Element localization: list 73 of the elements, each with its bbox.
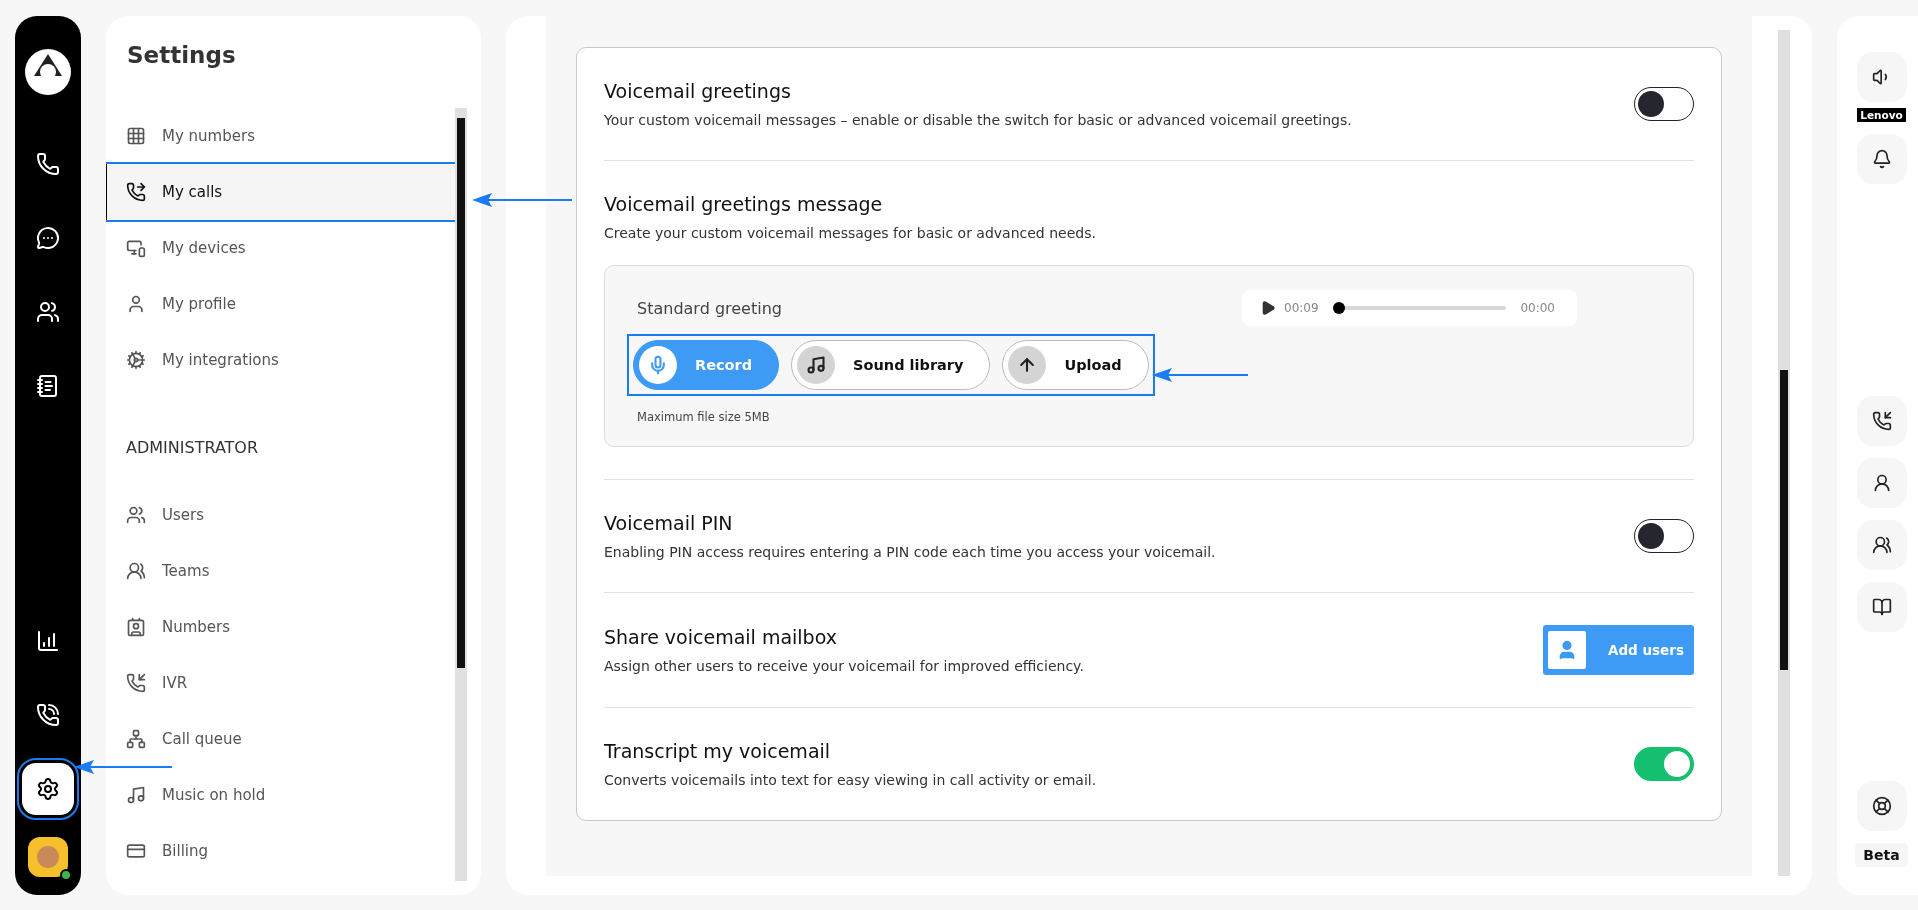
play-icon[interactable] [1260, 300, 1276, 316]
sidebar-item[interactable]: My numbers [106, 108, 455, 164]
section-title: Voicemail greetings message [604, 193, 884, 215]
users-icon [1871, 535, 1892, 555]
calls-icon [126, 182, 146, 202]
section-title: Voicemail greetings [604, 80, 792, 102]
toggle-switch[interactable] [1634, 519, 1694, 553]
sidebar-item[interactable]: Music on hold [106, 767, 455, 823]
user-button[interactable] [1856, 458, 1907, 508]
notes-icon [36, 374, 60, 398]
teams-icon [126, 561, 146, 581]
section-description: Enabling PIN access requires entering a PIN code each time you access your voicemail. [604, 544, 1217, 560]
queue-icon [126, 729, 146, 749]
audio-track[interactable] [1332, 302, 1507, 314]
library-button[interactable]: Sound library [791, 340, 991, 390]
music-icon [126, 785, 146, 805]
sidebar-item[interactable]: My devices [106, 220, 455, 276]
logo-icon [22, 46, 74, 98]
help-icon [1871, 796, 1892, 816]
sidebar-item[interactable]: My integrations [106, 332, 455, 388]
book-button[interactable] [1856, 582, 1907, 632]
user-avatar[interactable] [28, 837, 68, 877]
settings-icon [36, 777, 60, 801]
total-time: 00:00 [1520, 301, 1555, 315]
elapsed-time: 00:09 [1284, 301, 1319, 315]
toggle-switch[interactable] [1634, 87, 1694, 121]
chat-icon [36, 226, 60, 250]
phone-icon [36, 152, 60, 176]
grid-icon [126, 126, 146, 146]
section-title: Share voicemail mailbox [604, 626, 838, 648]
sidebar-item[interactable]: My calls [106, 164, 455, 220]
activity-icon [36, 703, 60, 727]
section-heading: ADMINISTRATOR [125, 438, 260, 457]
user-icon [1871, 473, 1892, 493]
beta-label: Beta [1855, 843, 1908, 867]
section-title: Transcript my voicemail [604, 740, 832, 762]
sidebar-item[interactable]: My profile [106, 276, 455, 332]
microphone-icon [648, 355, 668, 375]
bell-icon [1871, 149, 1892, 169]
sidebar-item[interactable]: Call queue [106, 711, 455, 767]
audio-thumb[interactable] [1332, 302, 1345, 314]
section-description: Converts voicemails into text for easy viewing in call activity or email. [604, 772, 1098, 788]
scrollbar[interactable] [1778, 30, 1790, 876]
section-title: Voicemail PIN [604, 512, 734, 534]
analytics-icon [36, 629, 60, 653]
devices-icon [126, 238, 146, 258]
users-button[interactable] [1856, 520, 1907, 570]
help-button[interactable] [1856, 781, 1907, 831]
scrollbar[interactable] [455, 108, 467, 881]
sidebar-item[interactable]: Users [106, 487, 455, 543]
file-size-note: Maximum file size 5MB [637, 410, 771, 424]
profile-icon [126, 294, 146, 314]
sidebar-title: Settings [126, 42, 237, 68]
book-icon [1871, 597, 1892, 617]
device-label: Lenovo [1857, 108, 1906, 122]
sidebar-item[interactable]: IVR [106, 655, 455, 711]
bell-button[interactable] [1856, 134, 1907, 184]
billing-icon [126, 841, 146, 861]
greeting-label: Standard greeting [637, 298, 782, 318]
sidebar-item[interactable]: Billing [106, 823, 455, 879]
contacts-icon [36, 300, 60, 324]
sidebar-item[interactable]: Numbers [106, 599, 455, 655]
favorite-call-button[interactable] [1856, 396, 1907, 446]
section-description: Assign other users to receive your voicemail for improved efficiency. [604, 658, 1085, 674]
music-note-icon [806, 355, 827, 375]
toggle-switch[interactable] [1634, 747, 1694, 781]
speaker-button[interactable] [1856, 52, 1907, 102]
section-description: Your custom voicemail messages – enable or disable the switch for basic or advanced voicemail greetings. [604, 112, 1353, 128]
upload-button[interactable]: Upload [1002, 340, 1149, 390]
section-description: Create your custom voicemail messages for basic or advanced needs. [604, 225, 1097, 241]
users-icon [126, 505, 146, 525]
integrations-icon [126, 350, 146, 370]
sidebar-item[interactable]: Teams [106, 543, 455, 599]
